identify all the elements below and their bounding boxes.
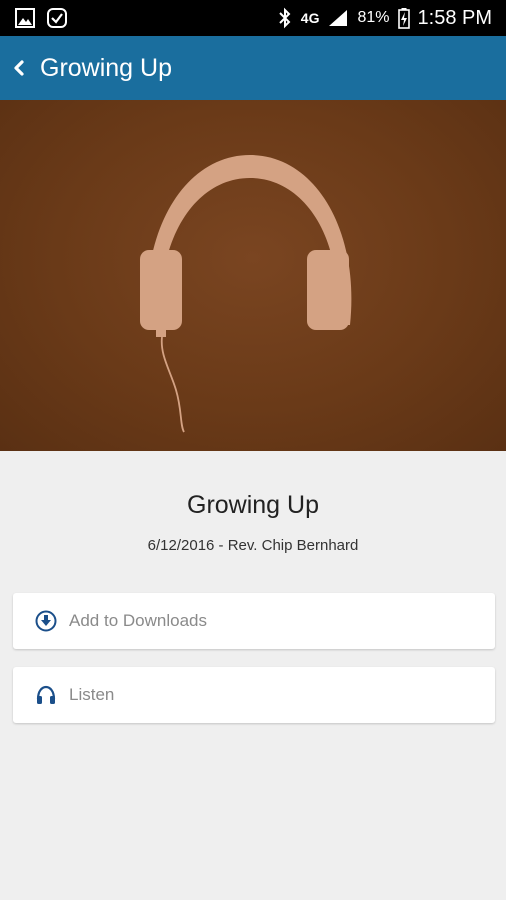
add-to-downloads-button[interactable]: Add to Downloads xyxy=(13,593,495,649)
sermon-title: Growing Up xyxy=(187,491,319,519)
app-bar: Growing Up xyxy=(0,36,506,100)
app-bar-title: Growing Up xyxy=(40,53,172,82)
detail-panel: Growing Up 6/12/2016 - Rev. Chip Bernhar… xyxy=(0,451,506,900)
status-left-icons xyxy=(0,7,68,29)
status-right: 4G 81% 1:58 PM xyxy=(277,7,506,30)
battery-percent: 81% xyxy=(357,9,390,26)
back-button[interactable] xyxy=(0,36,38,100)
headphones-icon xyxy=(35,684,57,706)
network-type: 4G xyxy=(300,10,320,26)
add-to-downloads-label: Add to Downloads xyxy=(69,611,207,630)
sermon-artwork xyxy=(0,100,506,451)
listen-button[interactable]: Listen xyxy=(13,667,495,723)
signal-icon xyxy=(329,10,348,26)
listen-label: Listen xyxy=(69,685,115,704)
headphones-artwork-icon xyxy=(140,155,352,433)
bluetooth-icon xyxy=(279,7,291,29)
clock: 1:58 PM xyxy=(417,6,492,29)
chevron-left-icon xyxy=(14,60,24,76)
battery-icon xyxy=(397,8,410,29)
image-notification-icon xyxy=(15,8,35,28)
check-notification-icon xyxy=(47,8,67,28)
status-bar: 4G 81% 1:58 PM xyxy=(0,0,506,36)
sermon-date-speaker: 6/12/2016 - Rev. Chip Bernhard xyxy=(147,537,359,554)
download-circle-icon xyxy=(35,610,57,632)
